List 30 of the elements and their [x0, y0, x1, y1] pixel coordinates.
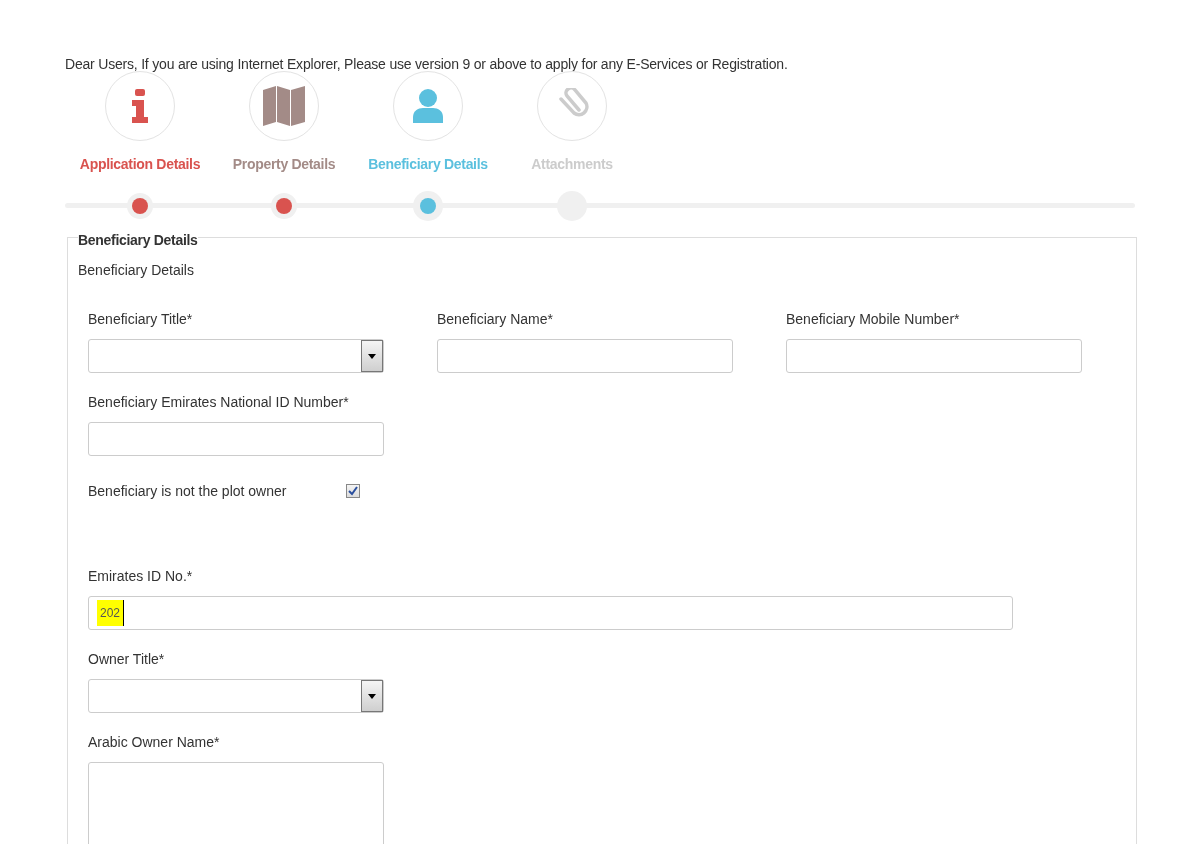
checkmark-icon: [348, 486, 358, 496]
field-label: Beneficiary Mobile Number*: [786, 310, 961, 329]
checkbox[interactable]: [346, 484, 360, 498]
caret-icon: [368, 693, 376, 699]
select-field[interactable]: [88, 679, 384, 713]
input-field[interactable]: 202: [88, 596, 1013, 630]
field-label: Emirates ID No.*: [88, 567, 194, 586]
section-subtitle: Beneficiary Details: [78, 261, 195, 280]
field-label: Beneficiary Name*: [437, 310, 554, 329]
browser-notice: Dear Users, If you are using Internet Explorer, Please use version 9 or above to apply for any E-Services or Registration.: [65, 57, 789, 71]
step-label[interactable]: Property Details: [232, 154, 336, 175]
textarea-field[interactable]: [88, 762, 384, 844]
map-icon: [263, 86, 305, 126]
dropdown-button[interactable]: [361, 340, 383, 372]
field-label: Owner Title*: [88, 650, 166, 669]
field-value: 202: [97, 600, 125, 626]
select-field[interactable]: [88, 339, 384, 373]
field-label: Beneficiary Title*: [88, 310, 194, 329]
caret-icon: [368, 353, 376, 359]
field-label: Beneficiary Emirates National ID Number*: [88, 393, 350, 412]
dropdown-button[interactable]: [361, 680, 383, 712]
info-icon: [131, 89, 149, 123]
user-icon: [411, 89, 445, 123]
input-field[interactable]: [786, 339, 1082, 373]
step-label[interactable]: Application Details: [79, 154, 201, 175]
input-field[interactable]: [88, 422, 384, 456]
input-field[interactable]: [437, 339, 733, 373]
field-label: Arabic Owner Name*: [88, 733, 221, 752]
step-label[interactable]: Beneficiary Details: [368, 154, 488, 175]
field-label: Beneficiary is not the plot owner: [88, 483, 287, 499]
